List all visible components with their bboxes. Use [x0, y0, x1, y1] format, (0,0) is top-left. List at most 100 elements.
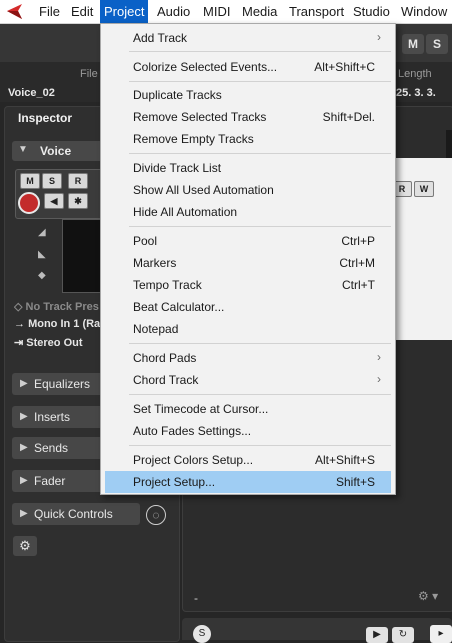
status-dash: -	[194, 591, 198, 605]
read-automation-button[interactable]: R	[68, 173, 88, 189]
section-label: Fader	[34, 474, 66, 488]
mute-button[interactable]: M	[20, 173, 40, 189]
menu-item-tempo-track[interactable]: Tempo Track Ctrl+T	[105, 274, 391, 296]
input-icon: →	[14, 318, 29, 330]
menu-item-label: Duplicate Tracks	[133, 88, 222, 102]
transport-menu-icon[interactable]: ▸	[430, 625, 452, 643]
global-solo-button[interactable]: S	[426, 34, 448, 54]
volume-icon: ◢	[38, 227, 46, 238]
menu-edit[interactable]: Edit	[67, 0, 97, 23]
menu-file[interactable]: File	[35, 0, 64, 23]
menu-studio[interactable]: Studio	[349, 0, 394, 23]
menu-item-set-timecode[interactable]: Set Timecode at Cursor...	[105, 398, 391, 420]
menu-item-label: Colorize Selected Events...	[133, 60, 278, 74]
record-enable-button[interactable]	[18, 192, 40, 214]
menu-item-remove-empty-tracks[interactable]: Remove Empty Tracks	[105, 128, 391, 150]
expand-arrow-icon: ▶	[20, 378, 28, 389]
menu-separator	[129, 81, 391, 82]
menu-separator	[129, 394, 391, 395]
menu-item-shortcut: Alt+Shift+S	[314, 453, 375, 467]
submenu-arrow-icon: ›	[377, 30, 381, 44]
monitor-icon[interactable]: ◀	[44, 193, 64, 209]
freeze-icon[interactable]: ✱	[68, 193, 88, 209]
cycle-icon[interactable]: ↻	[392, 627, 414, 643]
app-logo-icon[interactable]	[6, 3, 24, 20]
menu-item-shortcut: Ctrl+T	[342, 278, 375, 292]
menu-item-label: Hide All Automation	[133, 205, 238, 219]
level-meter	[62, 219, 104, 293]
menu-item-shortcut: Ctrl+M	[339, 256, 375, 270]
section-label: Sends	[34, 441, 69, 455]
menu-item-shortcut: Shift+Del.	[322, 110, 375, 124]
lower-zone-icon[interactable]: S	[193, 625, 211, 643]
solo-button[interactable]: S	[42, 173, 62, 189]
menu-item-label: Show All Used Automation	[133, 183, 274, 197]
menu-item-label: Project Colors Setup...	[133, 453, 254, 467]
project-menu: Add Track › Colorize Selected Events... …	[100, 23, 396, 495]
track-name[interactable]: Voice	[40, 144, 71, 158]
menu-separator	[129, 153, 391, 154]
menu-item-chord-pads[interactable]: Chord Pads ›	[105, 347, 391, 369]
submenu-arrow-icon: ›	[377, 350, 381, 364]
menu-item-label: Notepad	[133, 322, 179, 336]
inspector-title: Inspector	[18, 111, 73, 125]
menu-item-project-colors-setup[interactable]: Project Colors Setup... Alt+Shift+S	[105, 449, 391, 471]
menu-item-colorize[interactable]: Colorize Selected Events... Alt+Shift+C	[105, 56, 391, 78]
collapse-arrow-icon[interactable]: ▼	[18, 144, 28, 155]
global-mute-button[interactable]: M	[402, 34, 424, 54]
menu-separator	[129, 445, 391, 446]
menu-item-notepad[interactable]: Notepad	[105, 318, 391, 340]
length-value[interactable]: 25. 3. 3.	[396, 87, 436, 99]
expand-arrow-icon: ▶	[20, 442, 28, 453]
menu-item-remove-selected-tracks[interactable]: Remove Selected Tracks Shift+Del.	[105, 106, 391, 128]
play-icon[interactable]: ▶	[366, 627, 388, 643]
menu-item-label: Auto Fades Settings...	[133, 424, 252, 438]
preset-icon: ◇	[14, 301, 26, 313]
menu-item-label: Chord Pads	[133, 351, 197, 365]
section-quick-controls[interactable]: ▶ Quick Controls	[12, 503, 140, 525]
pan-icon: ◣	[38, 249, 46, 260]
menu-audio[interactable]: Audio	[153, 0, 194, 23]
menu-item-label: Divide Track List	[133, 161, 222, 175]
menu-item-label: Remove Empty Tracks	[133, 132, 254, 146]
menu-item-label: Beat Calculator...	[133, 300, 225, 314]
menu-item-beat-calculator[interactable]: Beat Calculator...	[105, 296, 391, 318]
menu-item-project-setup[interactable]: Project Setup... Shift+S	[105, 471, 391, 493]
quick-controls-focus-icon[interactable]: ◌	[146, 505, 166, 525]
inspector-settings-icon[interactable]: ⚙	[13, 536, 37, 556]
menu-item-label: Chord Track	[133, 373, 199, 387]
menu-item-label: Markers	[133, 256, 177, 270]
menu-item-pool[interactable]: Pool Ctrl+P	[105, 230, 391, 252]
expand-arrow-icon: ▶	[20, 411, 28, 422]
event-name-value[interactable]: Voice_02	[8, 87, 55, 99]
menu-item-auto-fades-settings[interactable]: Auto Fades Settings...	[105, 420, 391, 442]
submenu-arrow-icon: ›	[377, 372, 381, 386]
menu-item-label: Tempo Track	[133, 278, 202, 292]
menu-item-label: Add Track	[133, 31, 188, 45]
preset-label: No Track Pres	[25, 301, 99, 313]
menu-item-duplicate-tracks[interactable]: Duplicate Tracks	[105, 84, 391, 106]
menubar: File Edit Project Audio MIDI Media Trans…	[0, 0, 452, 24]
menu-item-chord-track[interactable]: Chord Track ›	[105, 369, 391, 391]
menu-separator	[129, 343, 391, 344]
menu-item-show-used-automation[interactable]: Show All Used Automation	[105, 179, 391, 201]
menu-item-shortcut: Alt+Shift+C	[314, 60, 375, 74]
menu-item-label: Project Setup...	[133, 475, 216, 489]
menu-item-add-track[interactable]: Add Track ›	[105, 27, 391, 49]
menu-item-markers[interactable]: Markers Ctrl+M	[105, 252, 391, 274]
menu-project[interactable]: Project	[100, 0, 149, 23]
lane-write-button[interactable]: W	[414, 181, 434, 197]
delay-icon: ◆	[38, 270, 46, 281]
output-icon: ⇥	[14, 337, 27, 349]
zoom-settings-icon[interactable]: ⚙ ▾	[418, 589, 438, 603]
menu-window[interactable]: Window	[397, 0, 451, 23]
info-file-label: File	[80, 68, 98, 80]
menu-item-hide-all-automation[interactable]: Hide All Automation	[105, 201, 391, 223]
input-label: Mono In 1 (Ra	[28, 318, 101, 330]
menu-separator	[129, 51, 391, 52]
menu-transport[interactable]: Transport	[285, 0, 348, 23]
menu-midi[interactable]: MIDI	[199, 0, 234, 23]
menu-item-divide-track-list[interactable]: Divide Track List	[105, 157, 391, 179]
menu-media[interactable]: Media	[238, 0, 281, 23]
expand-arrow-icon: ▶	[20, 508, 28, 519]
